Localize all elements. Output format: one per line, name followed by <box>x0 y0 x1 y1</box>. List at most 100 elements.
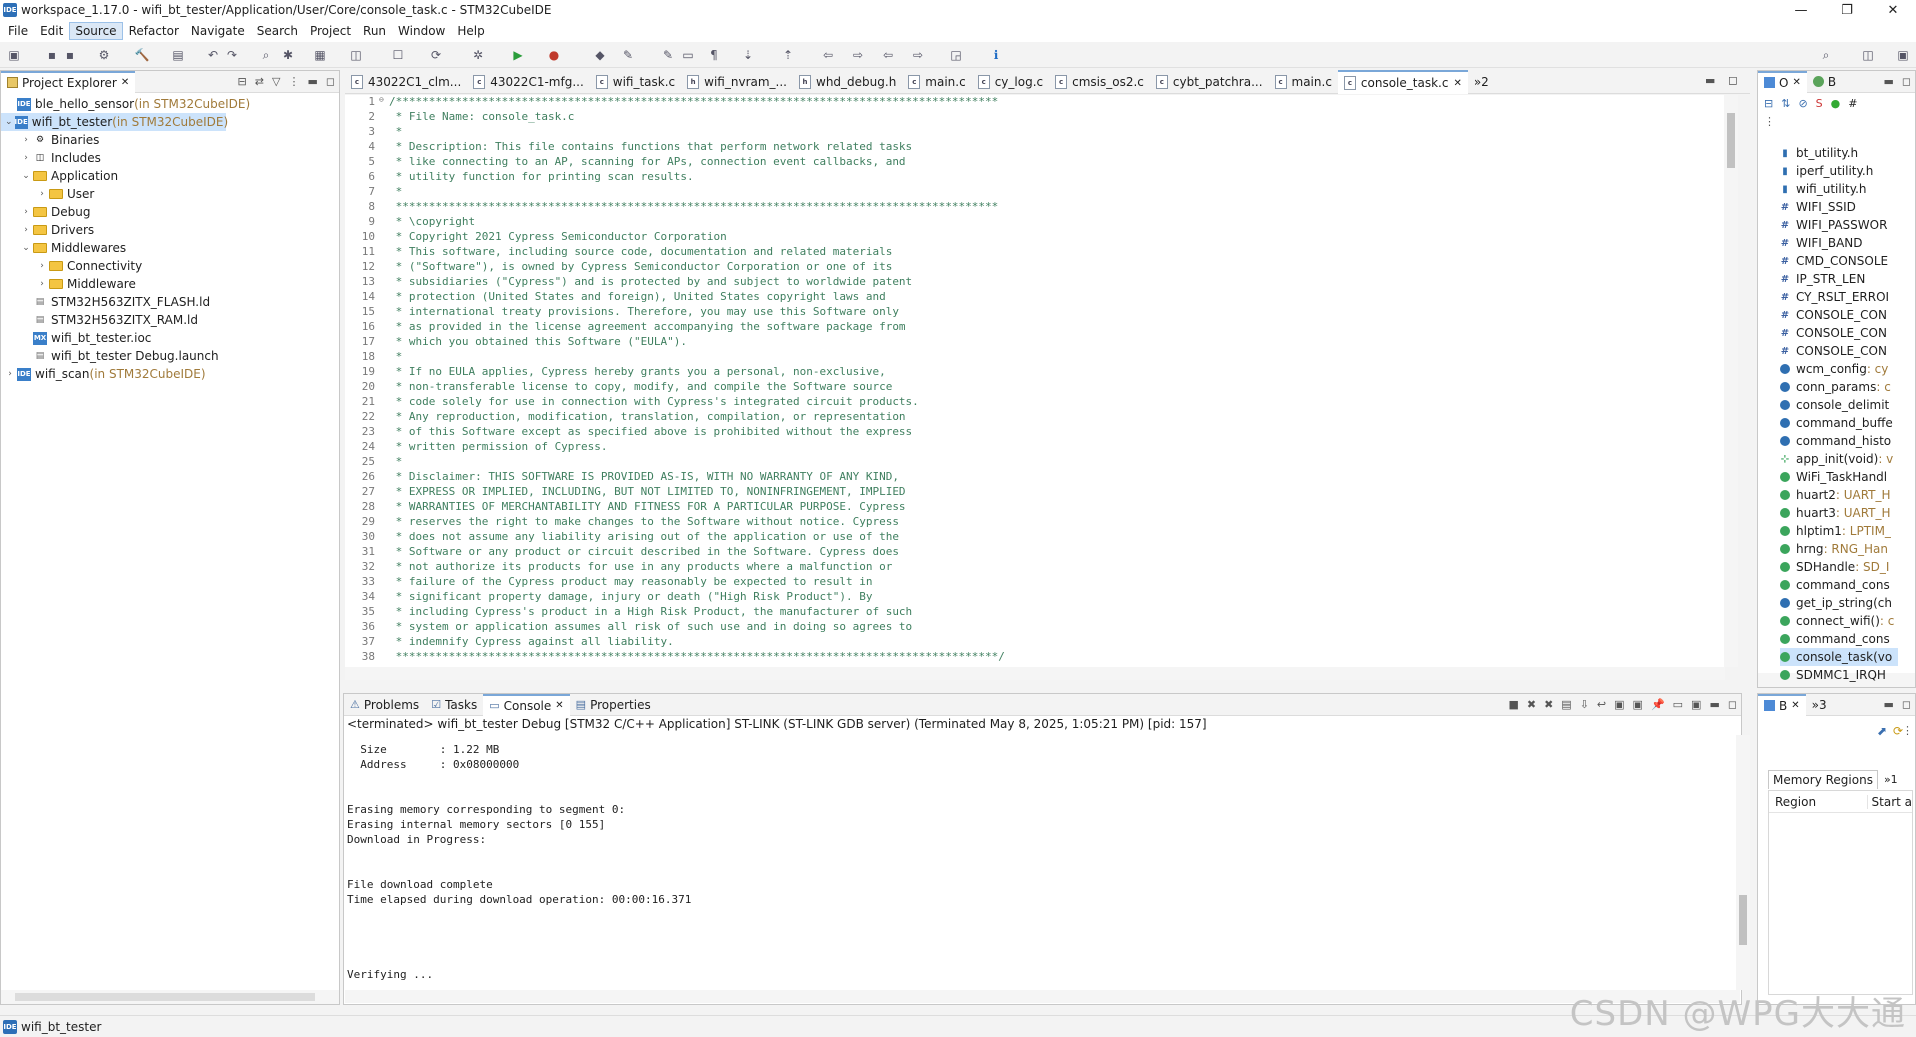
editor-tab[interactable]: c 43022C1-mfg... <box>467 70 590 94</box>
editor-tab[interactable]: c console_task.c ✕ <box>1337 70 1468 94</box>
outline-item[interactable]: # WIFI_BAND <box>1780 234 1898 252</box>
tab-memory-regions[interactable]: Memory Regions <box>1768 770 1878 789</box>
back-icon[interactable]: ⇦ <box>880 47 896 63</box>
collapse-all-icon[interactable]: ⊟ <box>1764 97 1773 110</box>
paragraph-icon[interactable]: ¶ <box>706 47 722 63</box>
tree-item[interactable]: › ◫ Includes <box>1 149 101 167</box>
chevron-icon[interactable]: › <box>21 153 31 163</box>
tree-item[interactable]: › Connectivity <box>1 257 142 275</box>
outline-item[interactable]: SDMMC1_IRQH <box>1780 666 1898 684</box>
filter-icon[interactable]: ▽ <box>272 75 280 88</box>
tab-properties[interactable]: ▤ Properties <box>570 694 657 716</box>
tree-item[interactable]: › User <box>1 185 94 203</box>
debug-icon[interactable]: ✲ <box>470 47 486 63</box>
view-menu-icon[interactable]: ⋮ <box>288 75 299 88</box>
more-views-tab[interactable]: »3 <box>1806 694 1833 716</box>
fold-icon[interactable]: ⊖ <box>379 95 389 110</box>
bug-icon[interactable]: ✱ <box>280 47 296 63</box>
column-start-address[interactable]: Start a <box>1868 795 1912 809</box>
forward-icon[interactable]: ⇨ <box>910 47 926 63</box>
new-icon[interactable]: ▣ <box>6 47 22 63</box>
run-icon[interactable]: ▶ <box>510 47 526 63</box>
tab-console[interactable]: ▭ Console ✕ <box>483 693 570 716</box>
outline-item[interactable]: ⊹ app_init(void) : v <box>1780 450 1898 468</box>
device-icon[interactable]: ▦ <box>312 47 328 63</box>
tree-item[interactable]: › Drivers <box>1 221 94 239</box>
pen-icon[interactable]: ✎ <box>620 47 636 63</box>
cpp-perspective-icon[interactable]: ▣ <box>1895 47 1911 63</box>
minimize-view-icon[interactable]: ▬ <box>1709 698 1719 711</box>
code-editor[interactable]: 1 ⊖/*************************************… <box>345 95 1737 667</box>
outline-item[interactable]: # IP_STR_LEN <box>1780 270 1898 288</box>
console-vertical-scrollbar[interactable] <box>1736 735 1750 990</box>
save-all-icon[interactable]: ▪ <box>62 47 78 63</box>
outline-item[interactable]: command_cons <box>1780 576 1898 594</box>
minimize-button[interactable]: — <box>1778 0 1824 20</box>
tree-horizontal-scrollbar[interactable] <box>1 990 339 1004</box>
chevron-icon[interactable]: › <box>5 369 15 379</box>
outline-item[interactable]: command_buffe <box>1780 414 1898 432</box>
scroll-thumb[interactable] <box>1739 895 1747 945</box>
prev-annotation-icon[interactable]: ⇡ <box>780 47 796 63</box>
column-region[interactable]: Region <box>1769 794 1868 809</box>
chevron-icon[interactable]: › <box>37 189 47 199</box>
build-icon[interactable]: 🔨 <box>134 47 150 63</box>
tree-item[interactable]: ▤ STM32H563ZITX_FLASH.ld <box>1 293 210 311</box>
remove-launch-icon[interactable]: ✖ <box>1527 698 1536 711</box>
chevron-icon[interactable]: › <box>37 279 47 289</box>
open-perspective-icon[interactable]: ◲ <box>948 47 964 63</box>
menu-file[interactable]: File <box>2 22 34 40</box>
minimize-view-icon[interactable]: ▬ <box>307 75 317 88</box>
task-icon[interactable]: ☐ <box>390 47 406 63</box>
terminate-icon[interactable]: ■ <box>1508 698 1518 711</box>
chevron-icon[interactable]: ⌄ <box>21 243 31 253</box>
editor-vertical-scrollbar[interactable] <box>1724 95 1738 667</box>
outline-item[interactable]: console_task(vo <box>1780 648 1898 666</box>
info-icon[interactable]: ℹ <box>988 47 1004 63</box>
sort-icon[interactable]: ⇅ <box>1781 97 1790 110</box>
outline-item[interactable]: # WIFI_PASSWOR <box>1780 216 1898 234</box>
save-icon[interactable]: ▪ <box>44 47 60 63</box>
tree-item[interactable]: MX wifi_bt_tester.ioc <box>1 329 151 347</box>
view-menu-icon[interactable]: ⋮ <box>1902 724 1913 737</box>
show-on-error-icon[interactable]: ▣ <box>1633 698 1643 711</box>
console-output[interactable]: Size : 1.22 MB Address : 0x08000000 Erasi… <box>345 735 1740 990</box>
editor-tab[interactable]: c cybt_patchra... <box>1150 70 1269 94</box>
outline-item[interactable]: command_cons <box>1780 630 1898 648</box>
editor-tab[interactable]: c main.c <box>902 70 971 94</box>
more-tabs[interactable]: »1 <box>1884 773 1898 786</box>
outline-item[interactable]: connect_wifi() : c <box>1780 612 1898 630</box>
maximize-view-icon[interactable]: ◻ <box>326 75 335 88</box>
hide-macros-icon[interactable]: # <box>1848 97 1857 110</box>
maximize-button[interactable]: ❐ <box>1824 0 1870 20</box>
menu-refactor[interactable]: Refactor <box>123 22 185 40</box>
editor-tab[interactable]: c main.c <box>1269 70 1338 94</box>
outline-item[interactable]: hrng : RNG_Han <box>1780 540 1898 558</box>
outline-item[interactable]: # CONSOLE_CON <box>1780 306 1898 324</box>
close-icon[interactable]: ✕ <box>1792 77 1800 88</box>
menu-navigate[interactable]: Navigate <box>185 22 251 40</box>
tree-item[interactable]: IDE ble_hello_sensor (in STM32CubeIDE) <box>1 95 250 113</box>
tab-build-analyzer[interactable]: B ✕ <box>1758 693 1806 716</box>
tree-item[interactable]: ▤ wifi_bt_tester Debug.launch <box>1 347 219 365</box>
editor-tab[interactable]: c wifi_task.c <box>590 70 681 94</box>
outline-item[interactable]: # CY_RSLT_ERROI <box>1780 288 1898 306</box>
chevron-icon[interactable]: › <box>21 225 31 235</box>
undo-icon[interactable]: ↶ <box>205 47 221 63</box>
tree-item[interactable]: › IDE wifi_scan (in STM32CubeIDE) <box>1 365 205 383</box>
tab-outline[interactable]: O ✕ <box>1758 70 1807 93</box>
link-editor-icon[interactable]: ⇄ <box>255 75 264 88</box>
outline-item[interactable]: hlptim1 : LPTIM_ <box>1780 522 1898 540</box>
close-icon[interactable]: ✕ <box>121 77 129 88</box>
hide-static-icon[interactable]: S <box>1816 97 1823 110</box>
outline-item[interactable]: ▮ wifi_utility.h <box>1780 180 1898 198</box>
debug-config-icon[interactable]: ▤ <box>170 47 186 63</box>
open-console-icon[interactable]: ▣ <box>1691 698 1701 711</box>
menu-search[interactable]: Search <box>251 22 304 40</box>
outline-item[interactable]: conn_params : c <box>1780 378 1898 396</box>
refresh-icon[interactable]: ⟳ <box>428 47 444 63</box>
clear-console-icon[interactable]: ▤ <box>1561 698 1571 711</box>
record-icon[interactable]: ● <box>546 47 562 63</box>
open-type-icon[interactable]: ◫ <box>348 47 364 63</box>
outline-item[interactable]: SDHandle : SD_I <box>1780 558 1898 576</box>
